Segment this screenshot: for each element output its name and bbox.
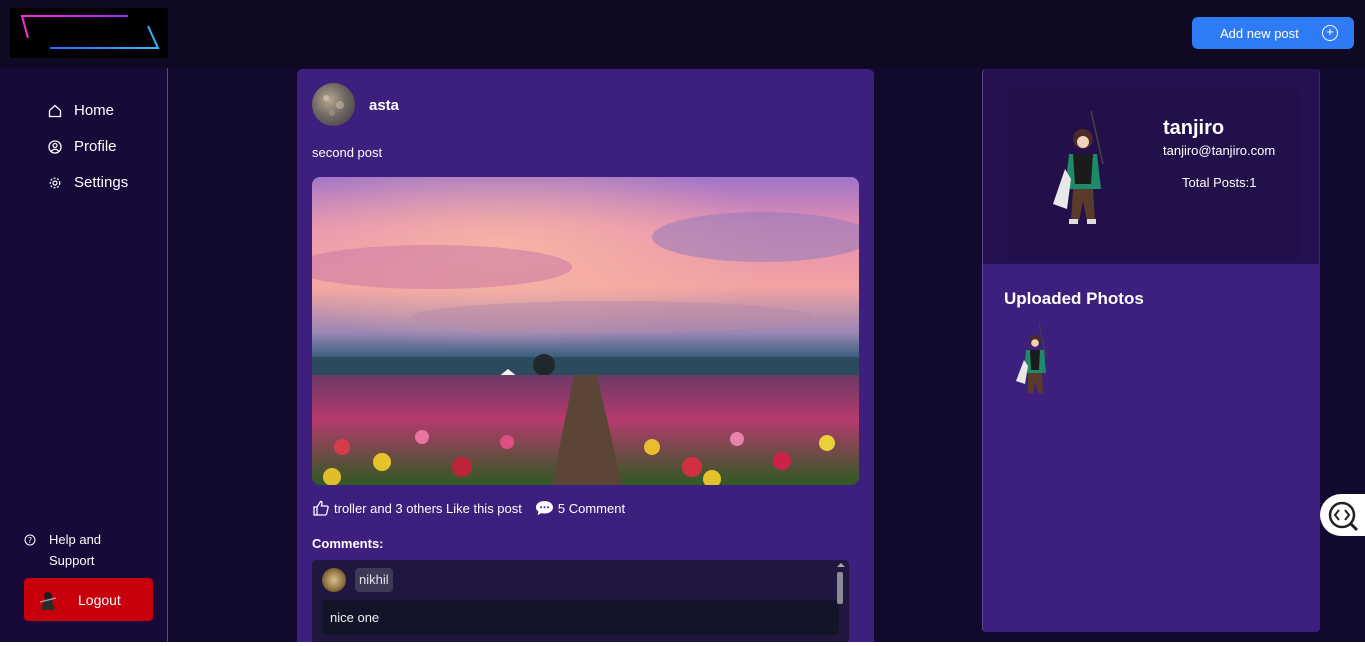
floating-assistant-widget[interactable] <box>1320 494 1365 536</box>
post-actions: troller and 3 others Like this post 5 Co… <box>312 499 625 517</box>
scroll-up-arrow-icon[interactable] <box>837 563 845 567</box>
post-author-avatar[interactable] <box>312 83 355 126</box>
add-new-post-label: Add new post <box>1220 25 1299 41</box>
sidebar-item-profile[interactable]: Profile <box>47 138 117 155</box>
logout-button[interactable]: Logout <box>24 578 153 621</box>
comments-scrollbar[interactable] <box>836 560 846 643</box>
help-circle-icon: ? <box>24 534 36 546</box>
top-bar: Add new post + <box>0 0 1365 68</box>
help-and-support-label: Help and Support <box>49 532 102 568</box>
comments-count-text[interactable]: 5 Comment <box>558 501 625 516</box>
profile-panel: tanjiro tanjiro@tanjiro.com Total Posts:… <box>982 69 1320 632</box>
profile-avatar[interactable] <box>1043 109 1118 229</box>
thumbs-up-icon[interactable] <box>312 499 330 517</box>
profile-card: tanjiro tanjiro@tanjiro.com Total Posts:… <box>983 69 1319 264</box>
comments-heading: Comments: <box>312 536 384 551</box>
uploaded-photo-thumbnail[interactable] <box>1011 322 1056 399</box>
user-avatar <box>36 588 60 612</box>
svg-text:?: ? <box>28 536 32 545</box>
logout-label: Logout <box>78 591 121 608</box>
home-icon <box>47 103 63 119</box>
app-logo[interactable] <box>10 8 168 58</box>
post-caption: second post <box>312 145 383 160</box>
profile-total-posts: Total Posts:1 <box>1182 175 1257 190</box>
sidebar-item-label: Home <box>74 102 115 119</box>
comment-text: nice one <box>322 600 839 635</box>
profile-name: tanjiro <box>1163 117 1225 139</box>
commenter-name[interactable]: nikhil <box>355 568 393 592</box>
comments-list[interactable]: nikhil nice one <box>312 560 849 643</box>
profile-email: tanjiro@tanjiro.com <box>1163 143 1276 158</box>
user-circle-icon <box>47 139 63 155</box>
scrollbar-thumb[interactable] <box>837 572 843 604</box>
uploaded-photos-heading: Uploaded Photos <box>1004 289 1144 308</box>
likes-text: troller and 3 others Like this post <box>334 500 522 516</box>
comment-icon[interactable] <box>535 500 554 516</box>
post-image-tulip-field[interactable] <box>312 177 859 485</box>
post-card: asta second post troller and 3 others Li… <box>297 69 874 646</box>
sidebar: Home Profile Settings ? Help and Support… <box>0 68 168 646</box>
add-new-post-button[interactable]: Add new post + <box>1192 17 1354 49</box>
post-author-name[interactable]: asta <box>369 97 399 114</box>
sidebar-item-label: Profile <box>74 138 117 155</box>
gear-icon <box>47 175 63 191</box>
help-and-support-link[interactable]: ? Help and Support <box>24 529 144 571</box>
sidebar-item-label: Settings <box>74 174 129 191</box>
commenter-avatar[interactable] <box>322 568 346 592</box>
page-bottom-edge <box>0 642 1365 646</box>
sidebar-item-settings[interactable]: Settings <box>47 174 128 191</box>
sidebar-item-home[interactable]: Home <box>47 102 114 119</box>
plus-circle-icon: + <box>1322 25 1338 41</box>
